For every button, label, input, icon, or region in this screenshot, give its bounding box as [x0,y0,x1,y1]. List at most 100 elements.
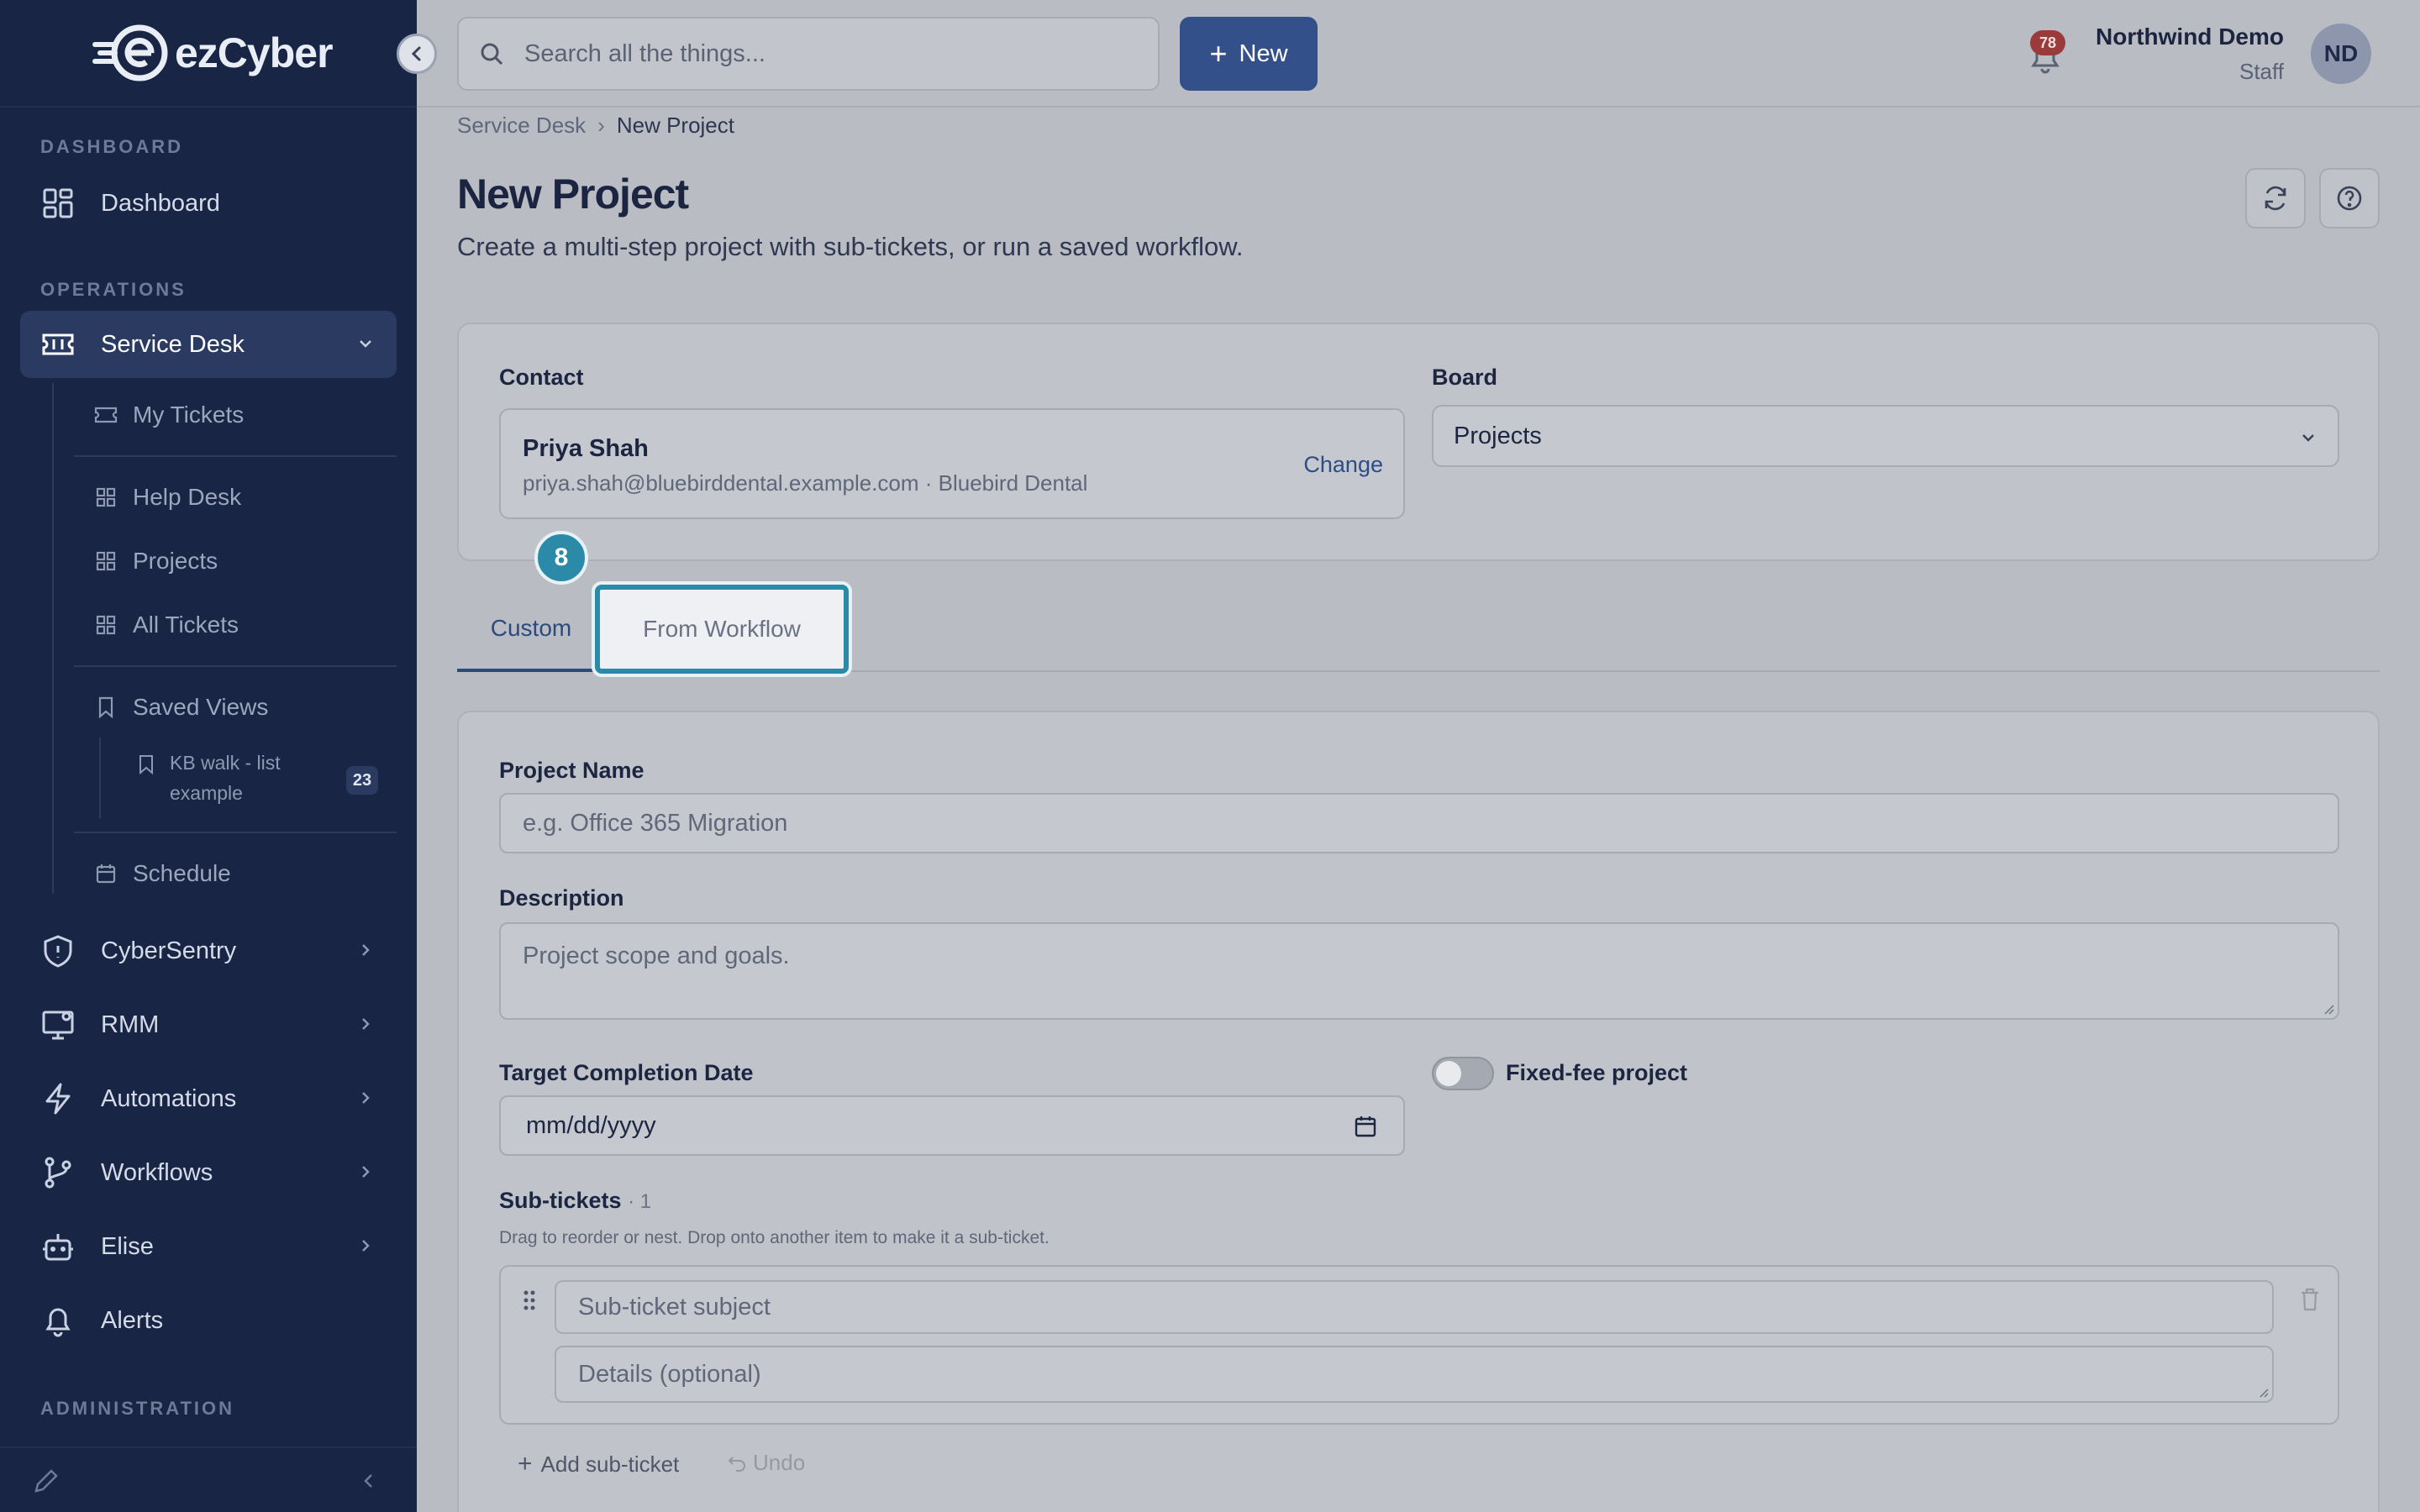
sidebar-item-label: Elise [101,1232,154,1260]
calendar-icon[interactable] [1355,1116,1376,1137]
new-button[interactable]: + New [1180,17,1318,91]
target-date-input[interactable]: mm/dd/yyyy [499,1095,1405,1156]
search-input[interactable]: Search all the things... [457,17,1160,91]
main-content: Service Desk › New Project New Project C… [417,109,2420,1512]
help-button[interactable] [2319,168,2380,228]
sidebar-subitem-saved-views[interactable]: Saved Views [94,682,268,732]
ticket-icon [40,327,76,362]
project-name-placeholder: e.g. Office 365 Migration [523,809,788,837]
subticket-row: Sub-ticket subject Details (optional) [499,1265,2339,1425]
logo-icon [91,24,171,82]
sidebar-subitem-help-desk[interactable]: Help Desk [94,472,241,522]
divider [74,832,397,833]
user-name[interactable]: Northwind Demo [2096,24,2284,50]
sidebar-item-service-desk[interactable]: Service Desk [20,311,397,378]
grid-icon [94,486,118,509]
description-placeholder: Project scope and goals. [523,942,790,969]
resize-handle-icon[interactable] [2257,1386,2269,1398]
drag-handle-icon[interactable] [521,1289,538,1312]
chevron-down-icon [360,340,371,348]
sidebar-subitem-schedule[interactable]: Schedule [94,848,231,899]
sidebar-item-automations[interactable]: Automations [20,1065,397,1132]
saved-view-label: KB walk - list example [170,752,281,804]
bookmark-icon [139,755,153,774]
target-date-placeholder: mm/dd/yyyy [526,1111,656,1139]
search-icon [481,43,503,66]
step-number-badge: 8 [534,531,588,585]
sidebar-item-dashboard[interactable]: Dashboard [20,170,397,237]
resize-handle-icon[interactable] [2321,1001,2334,1015]
section-title-dashboard: DASHBOARD [40,136,183,157]
sidebar-item-label: Automations [101,1084,237,1112]
chevron-left-icon[interactable] [360,1472,378,1490]
contact-selector[interactable]: Priya Shah priya.shah@bluebirddental.exa… [499,408,1405,519]
contact-label: Contact [499,365,584,390]
sidebar-item-label: Alerts [101,1306,164,1334]
board-select[interactable]: Projects [1432,405,2339,467]
logo-text: ezCyber [175,29,334,76]
bell-icon [40,1303,76,1338]
subticket-subject-input[interactable]: Sub-ticket subject [555,1280,2274,1334]
breadcrumb-current: New Project [616,113,734,138]
add-subticket-button[interactable]: + Add sub-ticket [518,1450,679,1478]
sidebar-item-label: Dashboard [101,189,220,217]
sidebar-item-alerts[interactable]: Alerts [20,1287,397,1354]
refresh-icon [2265,186,2286,211]
shield-icon [40,933,76,969]
sidebar-item-rmm[interactable]: RMM [20,991,397,1058]
chevron-right-icon [362,1092,370,1104]
branch-icon [40,1155,76,1190]
breadcrumb-parent[interactable]: Service Desk [457,113,586,139]
undo-button[interactable]: Undo [728,1450,805,1476]
trash-icon[interactable] [2299,1287,2321,1312]
grid-icon [40,186,76,221]
saved-view-item[interactable]: KB walk - list example [138,748,381,808]
page-title: New Project [457,171,689,218]
bookmark-icon [94,696,118,719]
user-role: Staff [2238,59,2284,84]
sidebar-subitem-label: Schedule [133,860,231,886]
target-date-label: Target Completion Date [499,1060,754,1085]
sidebar-item-elise[interactable]: Elise [20,1213,397,1280]
tab-custom[interactable]: Custom [457,588,605,672]
chevron-left-icon [411,46,421,61]
change-contact-button[interactable]: Change [1303,452,1383,478]
subticket-details-textarea[interactable]: Details (optional) [555,1346,2274,1403]
sidebar-item-cybersentry[interactable]: CyberSentry [20,917,397,984]
sidebar-subitem-label: Help Desk [133,484,242,510]
tab-from-workflow[interactable]: From Workflow [595,585,849,674]
subtickets-count: · 1 [628,1190,652,1213]
sidebar-subitem-my-tickets[interactable]: My Tickets [94,390,244,440]
refresh-button[interactable] [2245,168,2306,228]
edit-icon[interactable] [32,1467,60,1495]
subtickets-label-text: Sub-tickets [499,1188,622,1213]
fixed-fee-label: Fixed-fee project [1506,1060,1688,1085]
chevron-right-icon [362,1018,370,1030]
sidebar-item-workflows[interactable]: Workflows [20,1139,397,1206]
subtickets-help-text: Drag to reorder or nest. Drop onto anoth… [499,1228,1050,1247]
chevron-right-icon [362,944,370,956]
collapse-sidebar-button[interactable] [397,34,437,74]
project-name-label: Project Name [499,758,644,783]
avatar[interactable]: ND [2311,24,2371,84]
divider [74,455,397,457]
chevron-right-icon [362,1240,370,1252]
description-label: Description [499,885,624,911]
search-placeholder: Search all the things... [524,39,765,67]
bolt-icon [40,1081,76,1116]
sidebar-subitem-all-tickets[interactable]: All Tickets [94,600,239,650]
board-select-value: Projects [1454,422,1542,449]
toggle-knob [1436,1061,1461,1086]
add-subticket-label: Add sub-ticket [540,1451,680,1477]
project-name-input[interactable]: e.g. Office 365 Migration [499,793,2339,853]
fixed-fee-toggle[interactable] [1432,1057,1494,1090]
tabs: Custom From Workflow [457,585,2380,674]
sidebar: ezCyber DASHBOARD Dashboard OPERATIONS S… [0,0,437,1512]
undo-icon [728,1456,745,1472]
description-textarea[interactable]: Project scope and goals. [499,922,2339,1020]
topbar: Search all the things... + New 78 Northw… [417,0,2420,108]
sidebar-item-label: RMM [101,1011,160,1038]
new-button-label: New [1239,39,1288,67]
sidebar-subitem-projects[interactable]: Projects [94,536,218,586]
contact-board-card: Contact Priya Shah priya.shah@bluebirdde… [457,323,2380,561]
